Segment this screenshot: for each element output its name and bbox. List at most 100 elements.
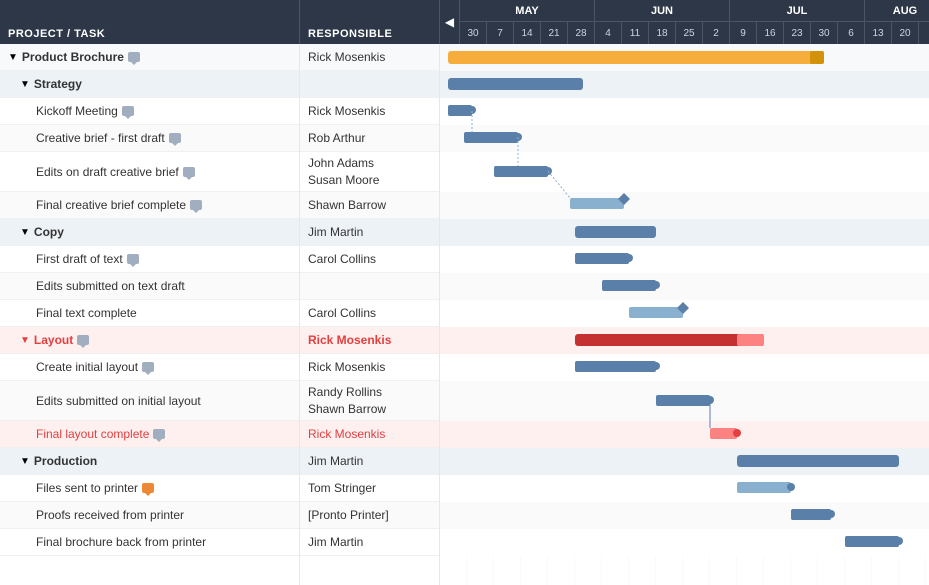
row-edits-layout: Edits submitted on initial layout bbox=[0, 381, 299, 421]
bar-edits-layout[interactable] bbox=[656, 395, 710, 406]
task-cell-final-text: Final text complete bbox=[0, 306, 299, 320]
row-strategy: ▼ Strategy bbox=[0, 71, 299, 98]
week-30b: 30 bbox=[811, 22, 838, 44]
comment-icon-layout[interactable] bbox=[77, 335, 89, 345]
task-name-files-printer: Files sent to printer bbox=[36, 481, 138, 495]
task-cell-final-creative: Final creative brief complete bbox=[0, 198, 299, 212]
resp-cell-product-brochure: Rick Mosenkis bbox=[300, 50, 439, 64]
bar-copy[interactable] bbox=[575, 226, 656, 238]
task-name-proofs: Proofs received from printer bbox=[36, 508, 184, 522]
bar-proofs[interactable] bbox=[791, 509, 831, 520]
bar-strategy[interactable] bbox=[448, 78, 583, 90]
comment-icon-edits-draft[interactable] bbox=[183, 167, 195, 177]
row-bg-first-draft-text bbox=[440, 246, 929, 273]
resp-row-final-creative: Shawn Barrow bbox=[300, 192, 439, 219]
resp-row-proofs: [Pronto Printer] bbox=[300, 502, 439, 529]
task-cell-files-printer: Files sent to printer bbox=[0, 481, 299, 495]
resp-cell-creative-brief: Rob Arthur bbox=[300, 131, 439, 145]
row-product-brochure: ▼ Product Brochure bbox=[0, 44, 299, 71]
bar-create-layout[interactable] bbox=[575, 361, 656, 372]
resp-cell-final-creative: Shawn Barrow bbox=[300, 198, 439, 212]
row-bg-files-printer bbox=[440, 475, 929, 502]
task-cell-copy: ▼ Copy bbox=[0, 225, 299, 239]
gantt-container: PROJECT / TASK RESPONSIBLE ◀ MAY JUN JUL… bbox=[0, 0, 929, 585]
nav-prev-button[interactable]: ◀ bbox=[440, 0, 460, 44]
row-copy: ▼ Copy bbox=[0, 219, 299, 246]
task-cell-edits-text: Edits submitted on text draft bbox=[0, 279, 299, 293]
comment-icon-create-layout[interactable] bbox=[142, 362, 154, 372]
week-20: 20 bbox=[892, 22, 919, 44]
row-kickoff: Kickoff Meeting bbox=[0, 98, 299, 125]
task-cell-edits-layout: Edits submitted on initial layout bbox=[0, 394, 299, 408]
task-name-creative-brief: Creative brief - first draft bbox=[36, 131, 165, 145]
dot-first-draft-text bbox=[625, 254, 633, 262]
bar-files-printer[interactable] bbox=[737, 482, 791, 493]
bar-final-layout[interactable] bbox=[710, 428, 737, 439]
bar-layout[interactable] bbox=[575, 334, 764, 346]
triangle-copy: ▼ bbox=[20, 227, 30, 238]
resp-cell-files-printer: Tom Stringer bbox=[300, 481, 439, 495]
task-cell-production: ▼ Production bbox=[0, 454, 299, 468]
resp-cell-layout: Rick Mosenkis bbox=[300, 333, 439, 347]
bar-edits-text[interactable] bbox=[602, 280, 656, 291]
resp-row-kickoff: Rick Mosenkis bbox=[300, 98, 439, 125]
dot-files-printer bbox=[787, 483, 795, 491]
task-cell-strategy: ▼ Strategy bbox=[0, 77, 299, 91]
resp-cell-final-layout: Rick Mosenkis bbox=[300, 427, 439, 441]
comment-icon-creative-brief[interactable] bbox=[169, 133, 181, 143]
dot-proofs bbox=[827, 510, 835, 518]
triangle-production: ▼ bbox=[20, 456, 30, 467]
task-cell-edits-draft: Edits on draft creative brief bbox=[0, 165, 299, 179]
resp-row-final-brochure: Jim Martin bbox=[300, 529, 439, 556]
resp-panel: Rick Mosenkis Rick Mosenkis Rob Arthur J… bbox=[300, 44, 440, 585]
task-name-final-creative: Final creative brief complete bbox=[36, 198, 186, 212]
bar-final-brochure[interactable] bbox=[845, 536, 899, 547]
resp-cell-proofs: [Pronto Printer] bbox=[300, 508, 439, 522]
comment-icon-final-creative[interactable] bbox=[190, 200, 202, 210]
week-30: 30 bbox=[460, 22, 487, 44]
comment-icon-files-printer[interactable] bbox=[142, 483, 154, 493]
task-name-final-layout: Final layout complete bbox=[36, 427, 149, 441]
comment-icon-product-brochure[interactable] bbox=[128, 52, 140, 62]
task-name-product-brochure: Product Brochure bbox=[22, 50, 124, 64]
task-cell-kickoff: Kickoff Meeting bbox=[0, 104, 299, 118]
task-name-edits-layout: Edits submitted on initial layout bbox=[36, 394, 201, 408]
row-bg-final-layout bbox=[440, 421, 929, 448]
week-4: 4 bbox=[595, 22, 622, 44]
bar-creative-brief[interactable] bbox=[464, 132, 518, 143]
bar-final-text[interactable] bbox=[629, 307, 683, 318]
row-edits-text: Edits submitted on text draft bbox=[0, 273, 299, 300]
resp-row-final-layout: Rick Mosenkis bbox=[300, 421, 439, 448]
task-name-edits-draft: Edits on draft creative brief bbox=[36, 165, 179, 179]
row-bg-create-layout bbox=[440, 354, 929, 381]
task-cell-final-brochure: Final brochure back from printer bbox=[0, 535, 299, 549]
week-11: 11 bbox=[622, 22, 649, 44]
task-name-strategy: Strategy bbox=[34, 77, 82, 91]
comment-icon-kickoff[interactable] bbox=[122, 106, 134, 116]
resp-row-creative-brief: Rob Arthur bbox=[300, 125, 439, 152]
row-final-creative: Final creative brief complete bbox=[0, 192, 299, 219]
row-final-brochure: Final brochure back from printer bbox=[0, 529, 299, 556]
bar-final-creative[interactable] bbox=[570, 198, 624, 209]
bar-product-brochure-end bbox=[810, 51, 824, 64]
bar-first-draft-text[interactable] bbox=[575, 253, 629, 264]
row-edits-draft: Edits on draft creative brief bbox=[0, 152, 299, 192]
week-row: 30 7 14 21 28 4 11 18 25 2 9 16 23 30 6 … bbox=[460, 22, 929, 44]
resp-row-files-printer: Tom Stringer bbox=[300, 475, 439, 502]
dot-create-layout bbox=[652, 362, 660, 370]
row-bg-kickoff bbox=[440, 98, 929, 125]
chart-header: MAY JUN JUL AUG 30 7 14 21 28 4 11 18 25… bbox=[460, 0, 929, 44]
col-task-header: PROJECT / TASK bbox=[0, 0, 300, 44]
bar-product-brochure[interactable] bbox=[448, 51, 818, 64]
row-bg-final-creative bbox=[440, 192, 929, 219]
resp-cell-first-draft-text: Carol Collins bbox=[300, 252, 439, 266]
dot-final-brochure bbox=[895, 537, 903, 545]
bar-production[interactable] bbox=[737, 455, 899, 467]
row-layout: ▼ Layout bbox=[0, 327, 299, 354]
task-name-edits-text: Edits submitted on text draft bbox=[36, 279, 185, 293]
row-proofs: Proofs received from printer bbox=[0, 502, 299, 529]
comment-icon-final-layout[interactable] bbox=[153, 429, 165, 439]
triangle-layout: ▼ bbox=[20, 335, 30, 346]
bar-edits-draft[interactable] bbox=[494, 166, 548, 177]
comment-icon-first-draft-text[interactable] bbox=[127, 254, 139, 264]
